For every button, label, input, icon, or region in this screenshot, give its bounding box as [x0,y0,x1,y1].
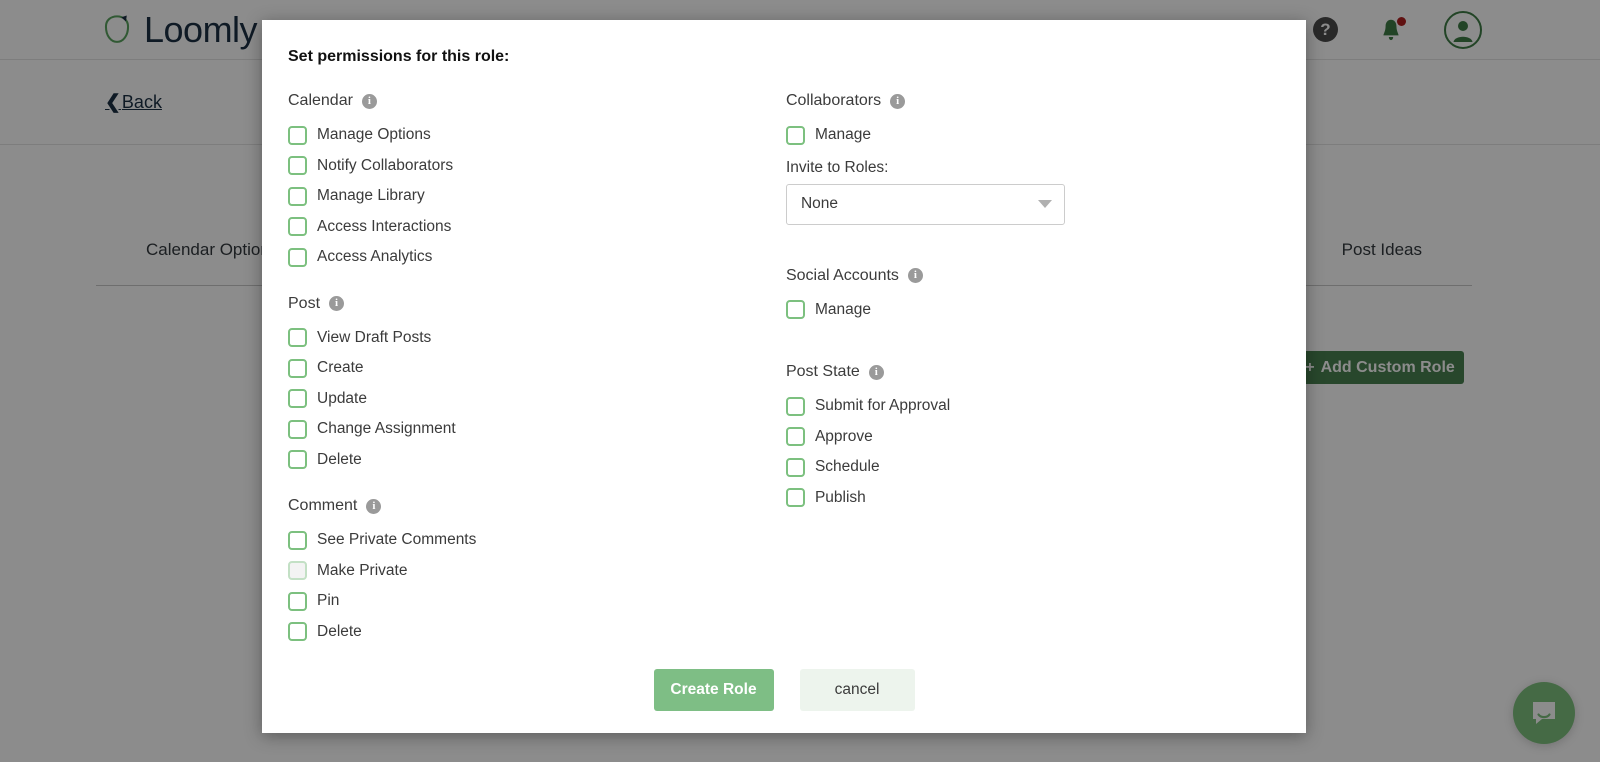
info-icon[interactable]: i [329,296,344,311]
invite-to-roles-select[interactable]: None [786,184,1065,225]
checkbox-label: Schedule [815,458,880,476]
checkbox-label: Access Analytics [317,248,432,266]
checkbox-comment-pin[interactable]: Pin [288,586,786,617]
group-title: Comment [288,497,357,515]
checkbox-label: Create [317,359,364,377]
checkbox-collaborators-manage[interactable]: Manage [786,120,1280,151]
modal-title: Set permissions for this role: [288,48,1280,66]
checkbox-box[interactable] [288,450,307,469]
checkbox-box[interactable] [288,156,307,175]
info-icon[interactable]: i [362,94,377,109]
permission-group-collaborators: Collaborators i Manage Invite to Roles: … [786,92,1280,225]
group-title: Post [288,295,320,313]
checkbox-box[interactable] [288,531,307,550]
invite-to-roles-label: Invite to Roles: [786,159,1280,177]
info-icon[interactable]: i [908,268,923,283]
checkbox-box[interactable] [786,397,805,416]
checkbox-label: Change Assignment [317,420,456,438]
info-icon[interactable]: i [869,365,884,380]
group-header: Social Accounts i [786,267,1280,285]
checkbox-label: Publish [815,489,866,507]
checkbox-box[interactable] [288,248,307,267]
checkbox-box[interactable] [288,187,307,206]
info-icon[interactable]: i [366,499,381,514]
checkbox-box[interactable] [786,427,805,446]
checkbox-box[interactable] [786,488,805,507]
checkbox-label: Make Private [317,562,407,580]
checkbox-post-delete[interactable]: Delete [288,445,786,476]
checkbox-notify-collaborators[interactable]: Notify Collaborators [288,151,786,182]
checkbox-label: See Private Comments [317,531,476,549]
checkbox-manage-options[interactable]: Manage Options [288,120,786,151]
checkbox-box[interactable] [288,328,307,347]
checkbox-label: Manage [815,301,871,319]
group-header: Post State i [786,363,1280,381]
group-title: Post State [786,363,860,381]
set-permissions-modal: Set permissions for this role: Calendar … [262,20,1306,733]
checkbox-post-update[interactable]: Update [288,384,786,415]
checkbox-approve[interactable]: Approve [786,422,1280,453]
checkbox-label: Update [317,390,367,408]
checkbox-box[interactable] [288,217,307,236]
checkbox-make-private: Make Private [288,556,786,587]
create-role-button[interactable]: Create Role [654,669,774,711]
checkbox-label: Pin [317,592,339,610]
checkbox-box [288,561,307,580]
chevron-down-icon [1038,200,1052,208]
checkbox-label: Approve [815,428,873,446]
modal-footer: Create Role cancel [262,669,1306,711]
checkbox-box[interactable] [288,622,307,641]
permissions-right-column: Collaborators i Manage Invite to Roles: … [786,92,1280,669]
checkbox-box[interactable] [288,126,307,145]
checkbox-box[interactable] [288,592,307,611]
permission-group-comment: Comment i See Private Comments Make Priv… [288,497,786,647]
checkbox-label: Delete [317,451,362,469]
group-header: Post i [288,295,786,313]
group-header: Collaborators i [786,92,1280,110]
checkbox-box[interactable] [288,389,307,408]
checkbox-manage-library[interactable]: Manage Library [288,181,786,212]
checkbox-label: Submit for Approval [815,397,950,415]
checkbox-label: View Draft Posts [317,329,431,347]
checkbox-label: Notify Collaborators [317,157,453,175]
checkbox-post-create[interactable]: Create [288,353,786,384]
group-header: Comment i [288,497,786,515]
checkbox-social-accounts-manage[interactable]: Manage [786,295,1280,326]
checkbox-box[interactable] [288,359,307,378]
permissions-left-column: Calendar i Manage Options Notify Collabo… [288,92,786,669]
checkbox-submit-for-approval[interactable]: Submit for Approval [786,391,1280,422]
checkbox-label: Delete [317,623,362,641]
permission-group-social-accounts: Social Accounts i Manage [786,267,1280,326]
checkbox-label: Manage Options [317,126,431,144]
checkbox-label: Manage Library [317,187,425,205]
checkbox-box[interactable] [786,300,805,319]
group-header: Calendar i [288,92,786,110]
group-title: Collaborators [786,92,881,110]
checkbox-schedule[interactable]: Schedule [786,452,1280,483]
checkbox-see-private-comments[interactable]: See Private Comments [288,525,786,556]
checkbox-label: Manage [815,126,871,144]
checkbox-publish[interactable]: Publish [786,483,1280,514]
checkbox-comment-delete[interactable]: Delete [288,617,786,648]
info-icon[interactable]: i [890,94,905,109]
cancel-button[interactable]: cancel [800,669,915,711]
checkbox-view-draft-posts[interactable]: View Draft Posts [288,323,786,354]
checkbox-box[interactable] [786,126,805,145]
permission-group-calendar: Calendar i Manage Options Notify Collabo… [288,92,786,273]
checkbox-access-interactions[interactable]: Access Interactions [288,212,786,243]
checkbox-box[interactable] [786,458,805,477]
group-title: Social Accounts [786,267,899,285]
checkbox-change-assignment[interactable]: Change Assignment [288,414,786,445]
group-title: Calendar [288,92,353,110]
permission-group-post-state: Post State i Submit for Approval Approve… [786,363,1280,513]
invite-to-roles-value: None [801,195,838,213]
checkbox-box[interactable] [288,420,307,439]
checkbox-access-analytics[interactable]: Access Analytics [288,242,786,273]
permission-group-post: Post i View Draft Posts Create Update [288,295,786,476]
checkbox-label: Access Interactions [317,218,451,236]
